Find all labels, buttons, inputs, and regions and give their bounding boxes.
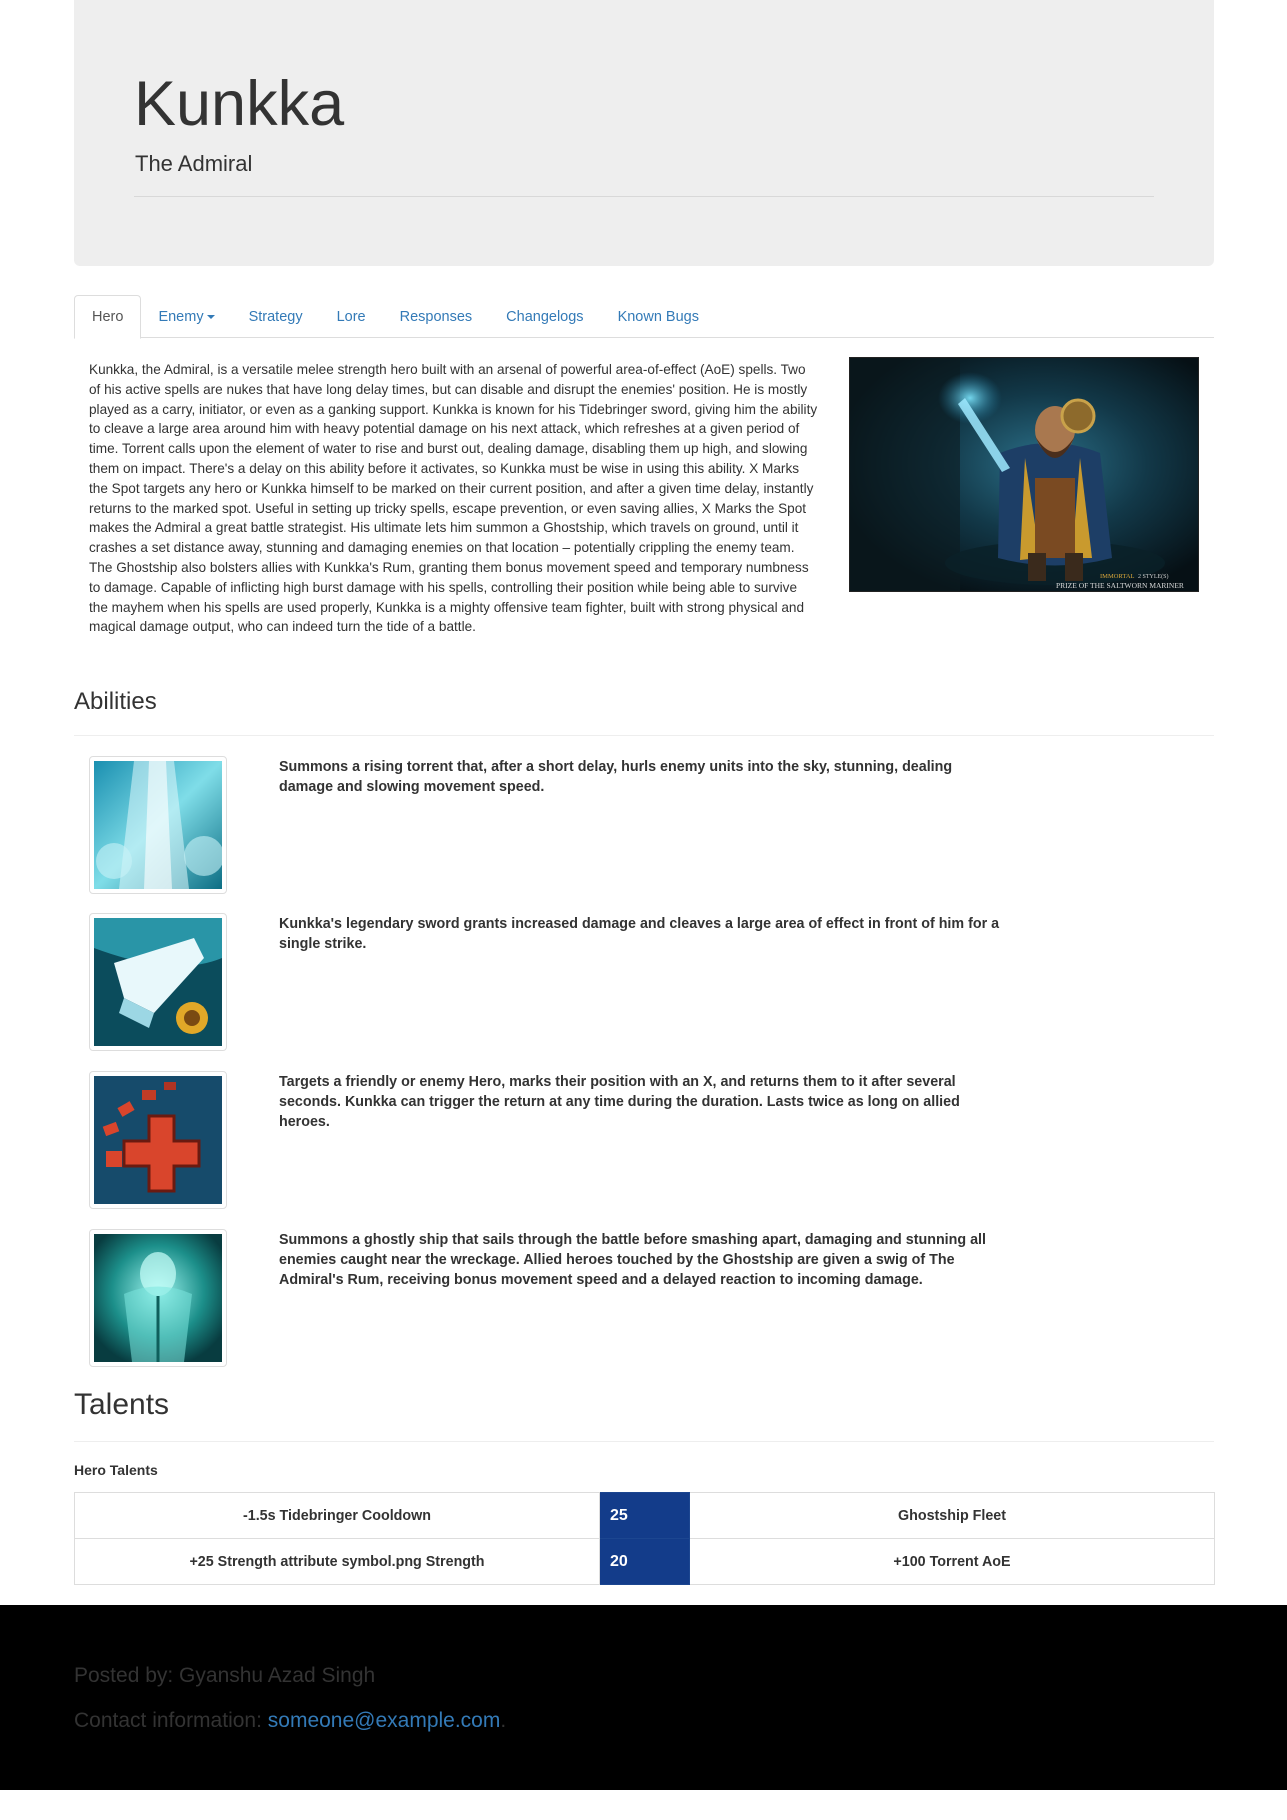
tab-label: Hero [92, 309, 124, 325]
tab-known-bugs[interactable]: Known Bugs [601, 295, 716, 338]
talents-divider [74, 1441, 1214, 1442]
ability-description: Kunkka's legendary sword grants increase… [279, 916, 1000, 952]
talents-heading: Talents [74, 1388, 170, 1421]
abilities-heading: Abilities [74, 688, 157, 715]
nav-tabs: Hero Enemy Strategy Lore Responses Chang… [74, 295, 1214, 339]
ghostship-icon [94, 1234, 222, 1362]
contact-suffix: . [500, 1709, 507, 1732]
image-item-name: PRIZE OF THE SALTWORN MARINER [1056, 581, 1184, 590]
table-row: +25 Strength attribute symbol.png Streng… [74, 1538, 1215, 1585]
contact-label: Contact information: [74, 1709, 268, 1732]
page-title: Kunkka [134, 69, 345, 139]
tab-responses[interactable]: Responses [383, 295, 490, 338]
ability-description: Summons a ghostly ship that sails throug… [279, 1232, 986, 1288]
tab-lore[interactable]: Lore [320, 295, 383, 338]
tidebringer-icon [94, 918, 222, 1046]
tab-strategy[interactable]: Strategy [232, 295, 320, 338]
ability-icon-frame[interactable] [89, 756, 227, 894]
torrent-icon [94, 761, 222, 889]
tab-label: Responses [399, 308, 473, 325]
talent-right: +100 Torrent AoE [689, 1538, 1215, 1585]
tab-label: Lore [336, 308, 366, 325]
page-footer: Posted by: Gyanshu Azad Singh Contact in… [0, 1605, 1287, 1790]
abilities-divider [74, 735, 1214, 736]
talent-level: 20 [599, 1538, 690, 1585]
ability-icon-frame[interactable] [89, 913, 227, 1051]
posted-by: Posted by: Gyanshu Azad Singh [74, 1664, 376, 1687]
tab-label: Changelogs [506, 308, 584, 325]
image-rarity-tag: IMMORTAL [1100, 573, 1135, 580]
tab-hero[interactable]: Hero [74, 295, 142, 339]
talent-left: -1.5s Tidebringer Cooldown [74, 1492, 600, 1539]
kunkka-portrait-illustration: IMMORTAL 2 STYLE(S) PRIZE OF THE SALTWOR… [850, 358, 1198, 591]
page-header: Kunkka The Admiral [74, 0, 1214, 266]
hero-talents-label: Hero Talents [74, 1462, 158, 1478]
ability-description: Targets a friendly or enemy Hero, marks … [279, 1074, 960, 1130]
hero-description: Kunkka, the Admiral, is a versatile mele… [89, 362, 818, 635]
ability-icon-frame[interactable] [89, 1071, 227, 1209]
page-subtitle: The Admiral [135, 151, 253, 176]
image-styles-tag: 2 STYLE(S) [1138, 573, 1169, 580]
table-row: -1.5s Tidebringer Cooldown 25 Ghostship … [74, 1492, 1215, 1539]
header-divider [134, 196, 1154, 197]
ability-icon-frame[interactable] [89, 1229, 227, 1367]
hero-portrait-image: IMMORTAL 2 STYLE(S) PRIZE OF THE SALTWOR… [849, 357, 1199, 592]
tab-changelogs[interactable]: Changelogs [489, 295, 600, 338]
talent-level: 25 [599, 1492, 690, 1539]
tab-label: Known Bugs [617, 308, 699, 325]
talent-right: Ghostship Fleet [689, 1492, 1215, 1539]
tab-enemy[interactable]: Enemy [141, 295, 231, 338]
contact-info: Contact information: someone@example.com… [74, 1709, 506, 1733]
tab-label: Enemy [158, 308, 204, 325]
talent-left: +25 Strength attribute symbol.png Streng… [74, 1538, 600, 1585]
x-marks-the-spot-icon [94, 1076, 222, 1204]
caret-down-icon [206, 314, 215, 319]
contact-email-link[interactable]: someone@example.com [268, 1709, 501, 1732]
talent-table: -1.5s Tidebringer Cooldown 25 Ghostship … [74, 1492, 1215, 1585]
ability-description: Summons a rising torrent that, after a s… [279, 759, 953, 795]
tab-label: Strategy [248, 308, 303, 325]
